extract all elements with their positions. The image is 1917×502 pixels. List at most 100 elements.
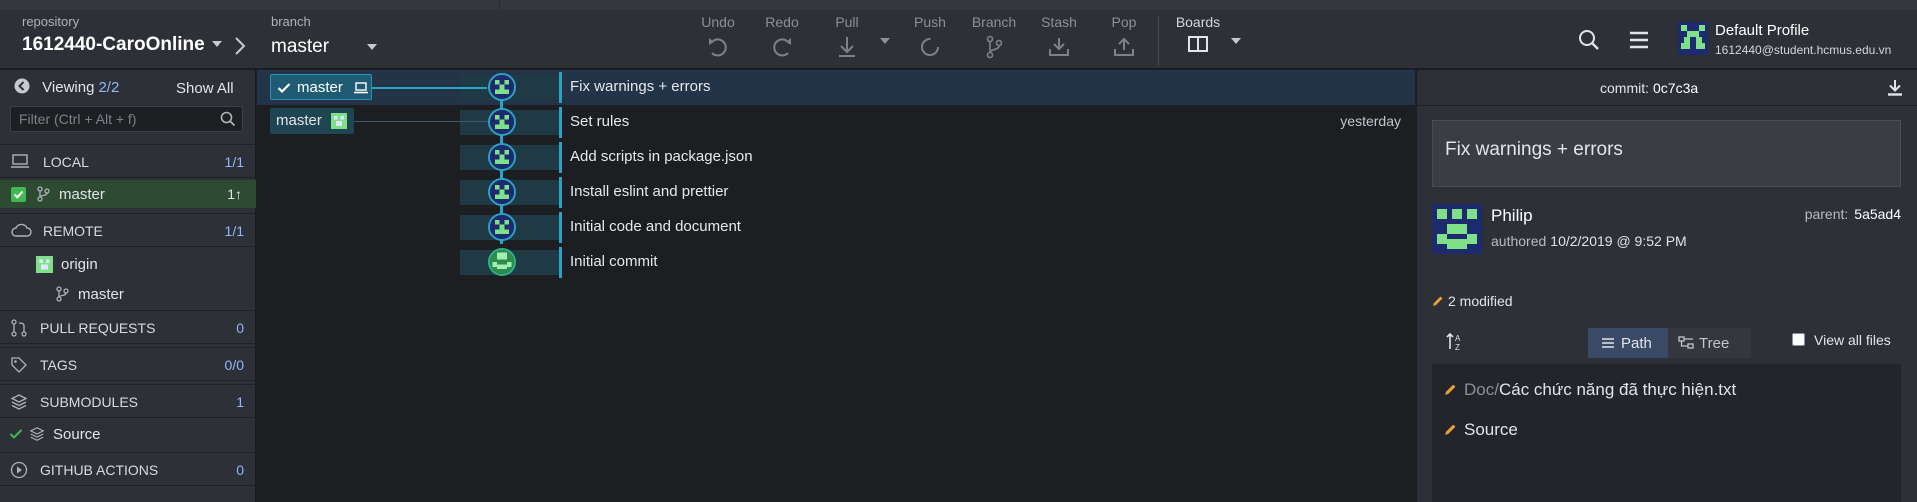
repository-dropdown-icon[interactable] (212, 41, 222, 47)
submodule-source[interactable]: Source (0, 420, 256, 448)
commit-summary-box[interactable]: Fix warnings + errors (1432, 120, 1901, 187)
remote-branch-chip[interactable]: master (270, 108, 354, 134)
commit-row[interactable]: Initial code and document (257, 210, 1415, 245)
repository-selector[interactable]: 1612440-CaroOnline (22, 34, 205, 56)
pull-icon (839, 37, 855, 57)
show-all-button[interactable]: Show All (176, 80, 234, 97)
author-avatar-icon (490, 75, 514, 99)
author-avatar-icon (490, 145, 514, 169)
pull-options-icon[interactable] (880, 38, 890, 44)
commit-row-indicator (559, 107, 562, 138)
commit-row[interactable]: Add scripts in package.json (257, 140, 1415, 175)
commit-avatar-node[interactable] (488, 178, 516, 206)
viewing-toggle[interactable]: Viewing 2/2 (14, 78, 119, 98)
list-icon (1602, 338, 1614, 348)
changed-files-list: Doc/Các chức năng đã thực hiện.txt Sourc… (1432, 364, 1901, 502)
parent-commit: parent: 5a5ad4 (1805, 206, 1901, 222)
remote-section-count: 1/1 (224, 223, 244, 239)
check-icon (9, 429, 23, 439)
github-actions-section-header[interactable]: GITHUB ACTIONS 0 (0, 452, 256, 486)
tags-count: 0/0 (224, 357, 244, 373)
push-button[interactable]: Push (900, 14, 960, 62)
commit-detail-panel: commit: 0c7c3a Fix warnings + errors Phil… (1417, 70, 1917, 502)
remote-origin[interactable]: origin (0, 250, 256, 278)
svg-text:A: A (1455, 334, 1461, 343)
undo-button[interactable]: Undo (688, 14, 748, 62)
chip-branch-name: master (297, 79, 343, 96)
github-actions-label: GITHUB ACTIONS (40, 462, 159, 478)
commit-row[interactable]: Install eslint and prettier (257, 175, 1415, 210)
file-view-toggle: Path Tree (1588, 328, 1751, 358)
local-branch-master[interactable]: master 1↑ (0, 180, 256, 208)
local-section-label: LOCAL (43, 154, 89, 170)
local-branch-ahead-status: 1↑ (227, 186, 242, 202)
filter-search-icon (220, 111, 236, 127)
download-icon[interactable] (1887, 79, 1903, 97)
push-label: Push (914, 14, 946, 30)
commit-avatar-node[interactable] (488, 213, 516, 241)
left-sidebar: Viewing2/2 Show All LOCAL 1/1 master 1↑ … (0, 70, 256, 502)
parent-sha[interactable]: 5a5ad4 (1854, 206, 1901, 222)
remote-origin-name: origin (61, 256, 98, 273)
stash-icon (1049, 38, 1069, 56)
pull-label: Pull (835, 14, 859, 30)
filter-box[interactable] (10, 106, 243, 132)
pencil-icon (1445, 384, 1456, 395)
commit-avatar-node[interactable] (488, 143, 516, 171)
origin-avatar-icon (331, 113, 347, 129)
toolbar-divider (1158, 16, 1159, 66)
commit-row-indicator (559, 72, 562, 103)
back-arrow-icon[interactable] (14, 78, 30, 94)
authored-label: authored (1491, 233, 1547, 249)
remote-branch-master[interactable]: master (0, 280, 256, 308)
branch-label: branch (271, 14, 311, 29)
remote-branch-icon (56, 286, 69, 302)
branch-button[interactable]: Branch (964, 14, 1024, 62)
author-name: Philip (1491, 206, 1533, 225)
boards-button[interactable]: Boards (1170, 14, 1226, 57)
commit-row[interactable]: Set rules yesterday (257, 105, 1415, 140)
repository-label: repository (22, 14, 80, 29)
commit-row[interactable]: Initial commit (257, 245, 1415, 280)
profile-name[interactable]: Default Profile (1715, 22, 1809, 39)
pop-label: Pop (1111, 14, 1137, 30)
file-name: Các chức năng đã thực hiện.txt (1498, 380, 1737, 399)
pull-button[interactable]: Pull (817, 14, 877, 62)
hamburger-menu-icon[interactable] (1628, 29, 1650, 51)
redo-icon (773, 38, 791, 57)
commit-avatar-node[interactable] (488, 73, 516, 101)
search-icon[interactable] (1577, 28, 1601, 52)
redo-button[interactable]: Redo (752, 14, 812, 62)
checked-checkbox-icon[interactable] (11, 187, 26, 202)
local-section-header[interactable]: LOCAL 1/1 (0, 144, 256, 178)
branch-dropdown-icon[interactable] (367, 44, 377, 50)
tags-section-header[interactable]: TAGS 0/0 (0, 347, 256, 381)
submodules-section-header[interactable]: SUBMODULES 1 (0, 384, 256, 418)
path-view-button[interactable]: Path (1588, 328, 1668, 358)
pull-requests-section-header[interactable]: PULL REQUESTS 0 (0, 310, 256, 344)
commit-message: Initial code and document (570, 218, 741, 235)
chevron-right-icon (235, 37, 246, 55)
commit-avatar-node[interactable] (488, 248, 516, 276)
boards-icon (1188, 36, 1208, 52)
sort-az-icon[interactable]: AZ (1445, 332, 1465, 352)
commit-message: Initial commit (570, 253, 658, 270)
author-avatar-icon (490, 180, 514, 204)
tree-view-button[interactable]: Tree (1668, 328, 1751, 358)
local-branch-chip[interactable]: master (270, 74, 372, 100)
file-name: Source (1464, 420, 1518, 439)
commit-row-indicator (559, 142, 562, 173)
commit-sha[interactable]: 0c7c3a (1653, 80, 1698, 96)
view-all-files-checkbox[interactable] (1792, 333, 1805, 346)
pop-button[interactable]: Pop (1094, 14, 1154, 62)
chip-branch-name: master (276, 112, 322, 129)
stash-button[interactable]: Stash (1029, 14, 1089, 62)
boards-dropdown-icon[interactable] (1231, 38, 1241, 44)
commit-date: yesterday (1340, 113, 1401, 129)
profile-avatar[interactable] (1678, 22, 1708, 55)
redo-label: Redo (765, 14, 799, 30)
remote-section-header[interactable]: REMOTE 1/1 (0, 213, 256, 247)
branch-selector[interactable]: master (271, 36, 329, 58)
filter-input[interactable] (11, 107, 211, 131)
commit-avatar-node[interactable] (488, 108, 516, 136)
